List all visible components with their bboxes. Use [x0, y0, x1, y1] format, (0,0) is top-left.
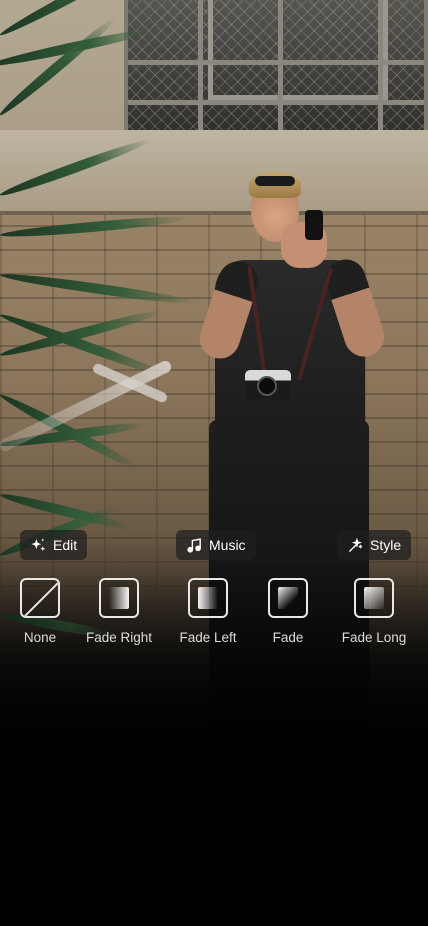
window-bar: [378, 0, 383, 138]
background-photo: [0, 0, 428, 760]
transition-fade[interactable]: Fade: [243, 578, 333, 645]
edit-button[interactable]: Edit: [20, 530, 88, 560]
sunglasses: [255, 176, 295, 186]
camera-lens: [257, 376, 277, 396]
transition-none[interactable]: None: [0, 578, 85, 645]
transition-fade-right[interactable]: Fade Right: [74, 578, 164, 645]
transition-fade-long[interactable]: Fade Long: [329, 578, 419, 645]
transition-label: Fade Left: [179, 630, 237, 645]
smartphone: [305, 210, 323, 240]
fade-long-icon: [354, 578, 394, 618]
music-label: Music: [209, 537, 246, 553]
none-slash-icon: [20, 578, 60, 618]
fade-right-icon: [99, 578, 139, 618]
transition-label: None: [23, 630, 57, 645]
transition-label: Fade Right: [85, 630, 153, 645]
fade-icon: [268, 578, 308, 618]
fade-left-icon: [188, 578, 228, 618]
transition-fade-left[interactable]: Fade Left: [163, 578, 253, 645]
window-frame: [208, 0, 388, 100]
sparkle-icon: [31, 537, 46, 551]
music-button[interactable]: Music: [176, 530, 256, 560]
transition-label: Fade: [272, 630, 304, 645]
edit-label: Edit: [53, 537, 78, 553]
music-note-icon: [187, 537, 201, 553]
transition-label: Fade Long: [341, 630, 407, 645]
window-bar: [278, 0, 283, 138]
style-button[interactable]: Style: [337, 530, 412, 560]
style-label: Style: [370, 537, 402, 553]
magic-wand-icon: [349, 537, 363, 552]
